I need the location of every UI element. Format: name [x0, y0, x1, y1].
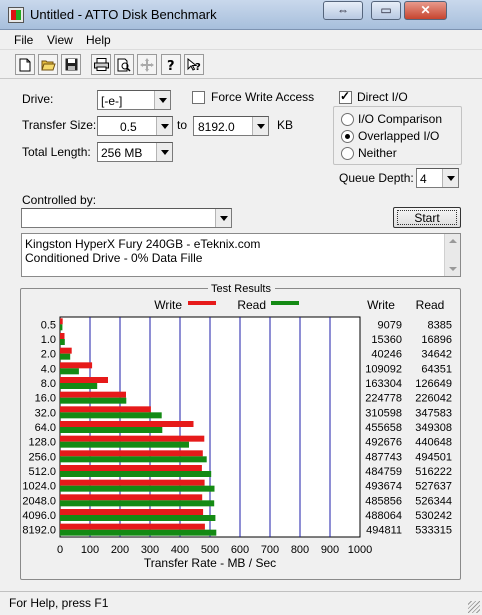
read-value: 226042 — [415, 393, 452, 405]
write-bar — [60, 450, 203, 457]
read-bar — [60, 427, 163, 433]
write-bar — [60, 509, 204, 515]
write-bar — [60, 523, 205, 530]
read-value: 16896 — [421, 334, 452, 346]
category-label: 0.5 — [41, 319, 56, 331]
read-value: 347583 — [415, 407, 452, 419]
read-bar — [60, 383, 98, 389]
x-tick-label: 800 — [291, 544, 309, 556]
read-column-header: Read — [416, 298, 445, 312]
category-label: 2048.0 — [22, 495, 56, 507]
write-bar — [60, 406, 151, 413]
resize-grip-icon[interactable] — [468, 601, 480, 613]
category-label: 128.0 — [28, 437, 56, 449]
write-bar — [60, 391, 126, 398]
read-bar — [60, 515, 216, 521]
write-bar — [60, 333, 65, 339]
read-value: 527637 — [415, 481, 452, 493]
x-tick-label: 900 — [321, 544, 339, 556]
write-bar — [60, 421, 194, 427]
write-value: 494811 — [366, 525, 402, 537]
read-bar — [60, 368, 79, 375]
results-title: Test Results — [211, 283, 271, 295]
legend-read-label: Read — [237, 298, 266, 312]
x-tick-label: 600 — [231, 544, 249, 556]
category-label: 8192.0 — [22, 525, 56, 537]
category-label: 1024.0 — [22, 481, 56, 493]
write-column-header: Write — [367, 298, 395, 312]
x-axis-label: Transfer Rate - MB / Sec — [144, 556, 276, 570]
read-value: 516222 — [415, 466, 452, 478]
category-label: 512.0 — [28, 466, 56, 478]
write-value: 40246 — [371, 349, 402, 361]
write-value: 492676 — [365, 437, 402, 449]
x-tick-label: 200 — [111, 544, 129, 556]
x-tick-label: 100 — [81, 544, 99, 556]
write-value: 487743 — [365, 451, 402, 463]
category-label: 16.0 — [35, 393, 56, 405]
x-tick-label: 300 — [141, 544, 159, 556]
write-value: 15360 — [371, 334, 402, 346]
write-value: 109092 — [365, 363, 402, 375]
read-bar — [60, 529, 217, 536]
category-label: 256.0 — [28, 451, 56, 463]
category-label: 1.0 — [41, 334, 56, 346]
x-tick-label: 500 — [201, 544, 219, 556]
legend-write-label: Write — [154, 298, 182, 312]
write-bar — [60, 435, 205, 442]
results-chart: Test Results Write Read Write Read 0 100 200 300… — [22, 282, 452, 570]
write-bar — [60, 318, 63, 325]
write-value: 488064 — [365, 510, 402, 522]
legend-read-swatch — [271, 301, 299, 305]
category-label: 8.0 — [41, 378, 56, 390]
read-bar — [60, 353, 71, 360]
status-bar: For Help, press F1 — [0, 591, 482, 615]
read-bar — [60, 441, 189, 448]
read-bar — [60, 500, 215, 507]
x-tick-label: 0 — [57, 544, 63, 556]
category-label: 64.0 — [35, 422, 56, 434]
read-bar — [60, 324, 63, 331]
write-bar — [60, 362, 93, 369]
write-bar — [60, 465, 202, 471]
write-value: 485856 — [365, 495, 402, 507]
read-bar — [60, 412, 162, 419]
read-bar — [60, 339, 65, 345]
read-value: 440648 — [415, 437, 452, 449]
write-bar — [60, 347, 72, 354]
read-value: 126649 — [415, 378, 452, 390]
read-bar — [60, 456, 207, 463]
x-tick-label: 1000 — [348, 544, 372, 556]
read-value: 34642 — [421, 349, 452, 361]
write-value: 455658 — [365, 422, 402, 434]
read-value: 349308 — [415, 422, 452, 434]
category-label: 32.0 — [35, 407, 56, 419]
read-value: 494501 — [415, 451, 452, 463]
read-value: 8385 — [428, 319, 452, 331]
write-value: 493674 — [365, 481, 402, 493]
category-label: 2.0 — [41, 349, 56, 361]
category-label: 4.0 — [41, 363, 56, 375]
write-bar — [60, 479, 205, 486]
read-bar — [60, 485, 215, 492]
write-bar — [60, 377, 108, 383]
category-label: 4096.0 — [22, 510, 56, 522]
write-value: 484759 — [365, 466, 402, 478]
x-tick-label: 400 — [171, 544, 189, 556]
write-value: 9079 — [378, 319, 402, 331]
status-text: For Help, press F1 — [9, 596, 109, 610]
write-value: 310598 — [365, 407, 402, 419]
legend-write-swatch — [188, 301, 216, 305]
read-value: 530242 — [415, 510, 452, 522]
x-tick-label: 700 — [261, 544, 279, 556]
read-bar — [60, 397, 127, 404]
read-bar — [60, 471, 212, 477]
read-value: 533315 — [415, 525, 452, 537]
write-bar — [60, 494, 203, 501]
read-value: 526344 — [415, 495, 452, 507]
read-value: 64351 — [421, 363, 452, 375]
write-value: 224778 — [365, 393, 402, 405]
write-value: 163304 — [365, 378, 402, 390]
